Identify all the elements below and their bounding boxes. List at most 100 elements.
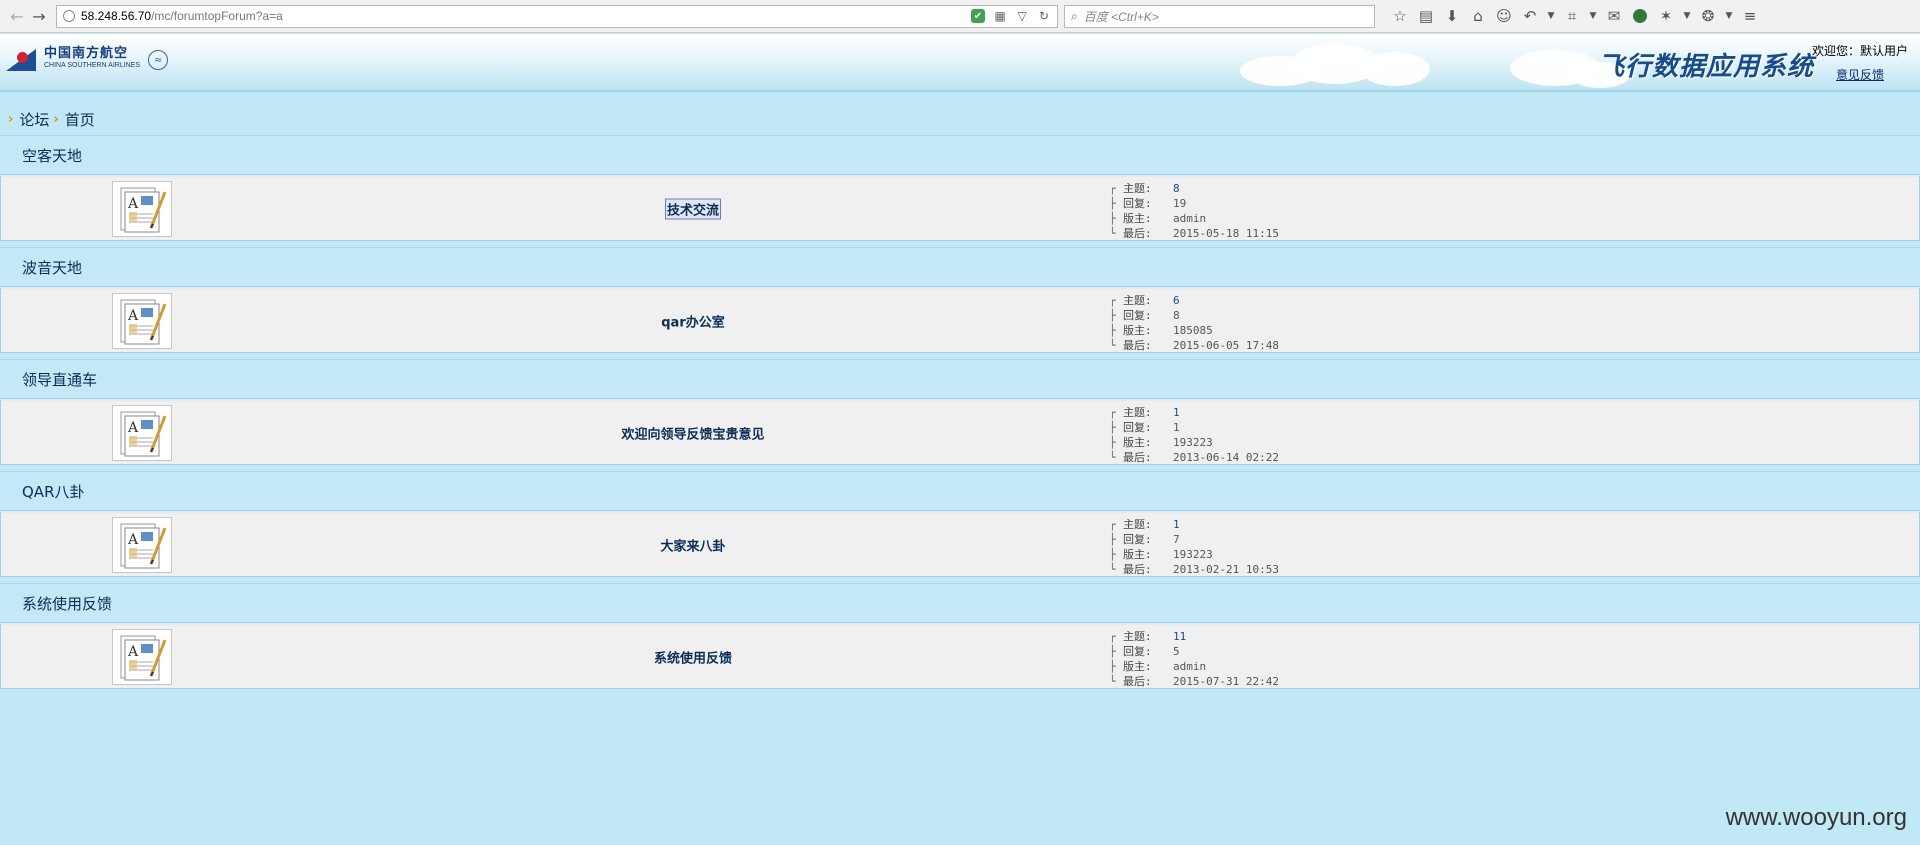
stat-label: 最后: (1123, 451, 1152, 464)
moderator-name: 185085 (1173, 324, 1213, 337)
category-title[interactable]: 领导直通车 (22, 369, 97, 390)
forum-section: QAR八卦 A 大家来八卦 ┌ 主题: 1 ├ 回复: 7 ├ 版主: 1932… (0, 471, 1920, 577)
category-header: QAR八卦 (0, 471, 1920, 511)
chat-icon[interactable]: ✉ (1601, 5, 1627, 27)
stat-last: └ 最后: 2013-06-14 02:22 (1109, 451, 1279, 464)
stat-last: └ 最后: 2015-05-18 11:15 (1109, 227, 1279, 240)
replies-count: 7 (1173, 533, 1180, 546)
url-path: /mc/forumtopForum?a=a (151, 9, 283, 23)
replies-count: 5 (1173, 645, 1180, 658)
search-input[interactable]: ⌕ 百度 <Ctrl+K> (1064, 4, 1375, 28)
moderator-name: admin (1173, 660, 1207, 673)
category-title[interactable]: 系统使用反馈 (22, 593, 112, 614)
forum-document-icon: A (112, 293, 172, 349)
reload-icon[interactable]: ↻ (1037, 9, 1051, 23)
topics-count: 1 (1173, 518, 1180, 531)
forum-stats: ┌ 主题: 11 ├ 回复: 5 ├ 版主: admin └ 最后: 2015-… (1109, 629, 1279, 689)
forum-stats: ┌ 主题: 8 ├ 回复: 19 ├ 版主: admin └ 最后: 2015-… (1109, 181, 1279, 241)
forward-icon[interactable]: → (28, 5, 50, 27)
forum-row: A 技术交流 ┌ 主题: 8 ├ 回复: 19 ├ 版主: admin └ 最后… (0, 175, 1920, 241)
stat-label: 回复: (1123, 421, 1152, 434)
forum-row: A 系统使用反馈 ┌ 主题: 11 ├ 回复: 5 ├ 版主: admin └ … (0, 623, 1920, 689)
category-header: 空客天地 (0, 135, 1920, 175)
home-icon[interactable]: ⌂ (1465, 5, 1491, 27)
bookmark-star-icon[interactable]: ☆ (1387, 5, 1413, 27)
stat-topics: ┌ 主题: 11 (1109, 630, 1187, 643)
moderator-name: 193223 (1173, 436, 1213, 449)
breadcrumb-forum[interactable]: 论坛 (19, 109, 49, 130)
dropdown-arrow-icon[interactable]: ▽ (1015, 9, 1029, 23)
forum-row: A qar办公室 ┌ 主题: 6 ├ 回复: 8 ├ 版主: 185085 └ … (0, 287, 1920, 353)
stat-label: 主题: (1123, 630, 1152, 643)
download-icon[interactable]: ⬇ (1439, 5, 1465, 27)
browser-tools: ☆ ▤ ⬇ ⌂ ☺ ↶ ▼ ⌗ ▼ ✉ ✶ ▼ ❂ ▼ ≡ (1387, 5, 1763, 27)
bug-icon[interactable]: ✶ (1653, 5, 1679, 27)
stat-replies: ├ 回复: 1 (1109, 421, 1180, 434)
undo-dropdown-icon[interactable]: ▼ (1543, 5, 1559, 27)
forum-stats: ┌ 主题: 1 ├ 回复: 1 ├ 版主: 193223 └ 最后: 2013-… (1109, 405, 1279, 465)
stat-topics: ┌ 主题: 1 (1109, 518, 1180, 531)
stat-moderator: ├ 版主: admin (1109, 212, 1207, 225)
forum-section: 系统使用反馈 A 系统使用反馈 ┌ 主题: 11 ├ 回复: 5 ├ 版主: a… (0, 583, 1920, 689)
last-post-time: 2015-06-05 17:48 (1173, 339, 1279, 352)
addon-icon[interactable] (1627, 5, 1653, 27)
forum-name-link[interactable]: qar办公室 (661, 311, 725, 330)
site-header: 中国南方航空 CHINA SOUTHERN AIRLINES ≈ 飞行数据应用系… (0, 34, 1920, 92)
stat-moderator: ├ 版主: 193223 (1109, 436, 1213, 449)
stat-moderator: ├ 版主: 193223 (1109, 548, 1213, 561)
reading-list-icon[interactable]: ▤ (1413, 5, 1439, 27)
forum-name-link[interactable]: 系统使用反馈 (654, 647, 732, 666)
replies-count: 8 (1173, 309, 1180, 322)
forum-row: A 大家来八卦 ┌ 主题: 1 ├ 回复: 7 ├ 版主: 193223 └ 最… (0, 511, 1920, 577)
address-bar[interactable]: 58.248.56.70/mc/forumtopForum?a=a ✔ ▦ ▽ … (56, 4, 1058, 28)
topics-count: 1 (1173, 406, 1180, 419)
svg-text:A: A (127, 420, 139, 436)
stat-replies: ├ 回复: 7 (1109, 533, 1180, 546)
crop-icon[interactable]: ⌗ (1559, 5, 1585, 27)
stat-label: 版主: (1123, 436, 1152, 449)
crop-dropdown-icon[interactable]: ▼ (1585, 5, 1601, 27)
replies-count: 1 (1173, 421, 1180, 434)
system-title: 飞行数据应用系统 (1598, 52, 1815, 82)
forum-name-link[interactable]: 大家来八卦 (660, 535, 725, 554)
browser-toolbar: ← → 58.248.56.70/mc/forumtopForum?a=a ✔ … (0, 0, 1920, 33)
stat-label: 主题: (1123, 182, 1152, 195)
undo-icon[interactable]: ↶ (1517, 5, 1543, 27)
stat-label: 版主: (1123, 660, 1152, 673)
stat-topics: ┌ 主题: 6 (1109, 294, 1180, 307)
qr-code-icon[interactable]: ▦ (993, 9, 1007, 23)
last-post-time: 2015-05-18 11:15 (1173, 227, 1279, 240)
forum-name-link[interactable]: 技术交流 (664, 198, 722, 219)
forum-document-icon: A (112, 629, 172, 685)
welcome-text: 欢迎您：默认用户 (1812, 44, 1909, 58)
puzzle-icon[interactable]: ❂ (1695, 5, 1721, 27)
stat-label: 主题: (1123, 294, 1152, 307)
airline-logo[interactable]: 中国南方航空 CHINA SOUTHERN AIRLINES ≈ (6, 46, 169, 72)
menu-icon[interactable]: ≡ (1737, 5, 1763, 27)
category-title[interactable]: QAR八卦 (22, 481, 85, 502)
chevron-right-icon: › (8, 112, 14, 127)
stat-label: 最后: (1123, 227, 1152, 240)
svg-text:A: A (127, 308, 139, 324)
category-title[interactable]: 空客天地 (22, 145, 82, 166)
search-icon: ⌕ (1071, 8, 1078, 23)
category-title[interactable]: 波音天地 (22, 257, 82, 278)
moderator-name: 193223 (1173, 548, 1213, 561)
puzzle-dropdown-icon[interactable]: ▼ (1721, 5, 1737, 27)
back-icon[interactable]: ← (6, 5, 28, 27)
smiley-icon[interactable]: ☺ (1491, 5, 1517, 27)
logo-chinese-name: 中国南方航空 (44, 46, 129, 61)
bug-dropdown-icon[interactable]: ▼ (1679, 5, 1695, 27)
forum-document-icon: A (112, 405, 172, 461)
stat-replies: ├ 回复: 8 (1109, 309, 1180, 322)
stat-label: 主题: (1123, 406, 1152, 419)
shield-icon[interactable]: ✔ (971, 9, 985, 23)
forum-name-link[interactable]: 欢迎向领导反馈宝贵意见 (621, 423, 764, 442)
forum-row: A 欢迎向领导反馈宝贵意见 ┌ 主题: 1 ├ 回复: 1 ├ 版主: 1932… (0, 399, 1920, 465)
feedback-link[interactable]: 意见反馈 (1836, 66, 1884, 83)
globe-icon (63, 10, 75, 22)
stat-label: 回复: (1123, 197, 1152, 210)
breadcrumb-home[interactable]: 首页 (65, 109, 95, 130)
forum-section: 领导直通车 A 欢迎向领导反馈宝贵意见 ┌ 主题: 1 ├ 回复: 1 ├ 版主… (0, 359, 1920, 465)
category-header: 系统使用反馈 (0, 583, 1920, 623)
